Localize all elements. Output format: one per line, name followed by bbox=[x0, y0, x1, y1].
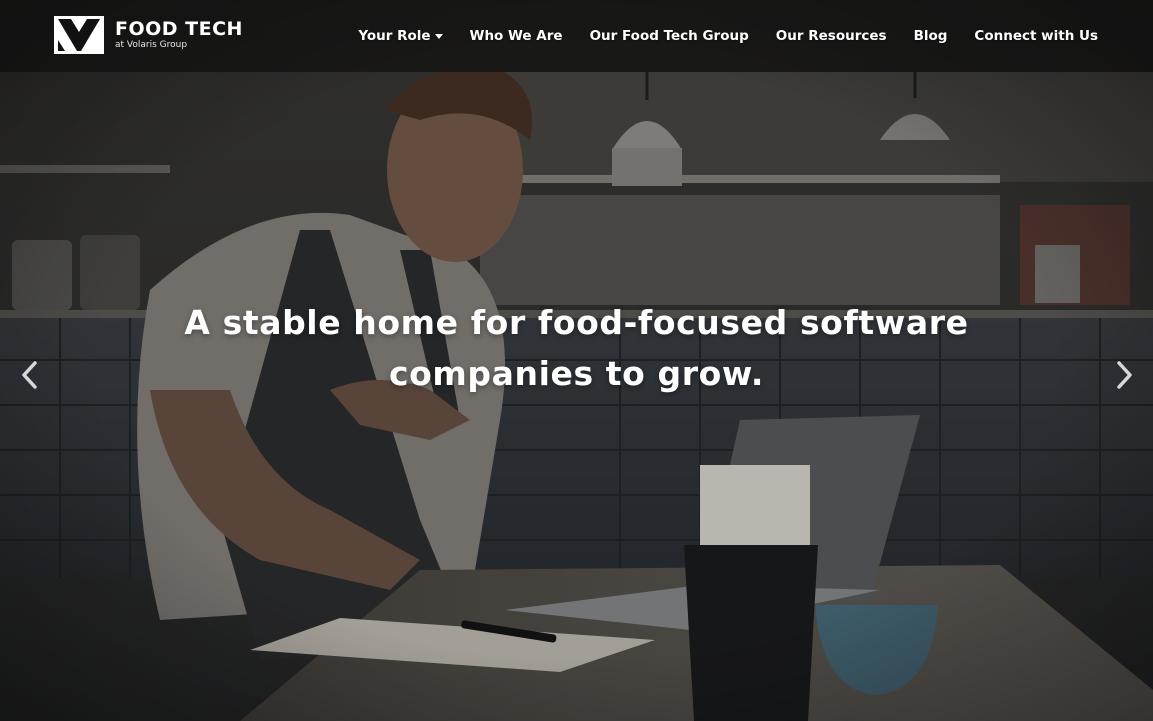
chevron-right-icon bbox=[1117, 361, 1132, 389]
hero-headline-line-1: A stable home for food-focused software bbox=[184, 303, 969, 342]
brand-logo[interactable]: FOOD TECH at Volaris Group bbox=[54, 16, 243, 54]
nav-item-our-food-tech-group[interactable]: Our Food Tech Group bbox=[590, 28, 749, 44]
hero-headline-line-2: companies to grow. bbox=[388, 354, 765, 393]
nav-item-connect-with-us[interactable]: Connect with Us bbox=[974, 28, 1098, 44]
site-header: FOOD TECH at Volaris Group Your Role Who… bbox=[0, 0, 1153, 72]
hero-headline: A stable home for food-focused software … bbox=[0, 297, 1153, 399]
volaris-v-logo-icon bbox=[54, 16, 104, 54]
carousel-next-button[interactable] bbox=[1106, 358, 1140, 392]
chevron-left-icon bbox=[22, 361, 37, 389]
nav-item-label: Your Role bbox=[358, 28, 431, 44]
nav-item-your-role[interactable]: Your Role bbox=[358, 28, 443, 44]
nav-item-our-resources[interactable]: Our Resources bbox=[776, 28, 887, 44]
nav-item-label: Our Food Tech Group bbox=[589, 28, 749, 44]
brand-name: FOOD TECH bbox=[115, 18, 243, 40]
nav-item-who-we-are[interactable]: Who We Are bbox=[470, 28, 563, 44]
brand-subtitle: at Volaris Group bbox=[115, 40, 188, 50]
main-navigation: Your Role Who We Are Our Food Tech Group… bbox=[358, 0, 1098, 72]
carousel-prev-button[interactable] bbox=[14, 358, 48, 392]
nav-item-label: Our Resources bbox=[775, 28, 887, 44]
nav-item-blog[interactable]: Blog bbox=[914, 28, 948, 44]
caret-down-icon bbox=[434, 34, 443, 39]
nav-item-label: Connect with Us bbox=[974, 28, 1098, 44]
nav-item-label: Blog bbox=[913, 28, 948, 44]
nav-item-label: Who We Are bbox=[469, 28, 563, 44]
